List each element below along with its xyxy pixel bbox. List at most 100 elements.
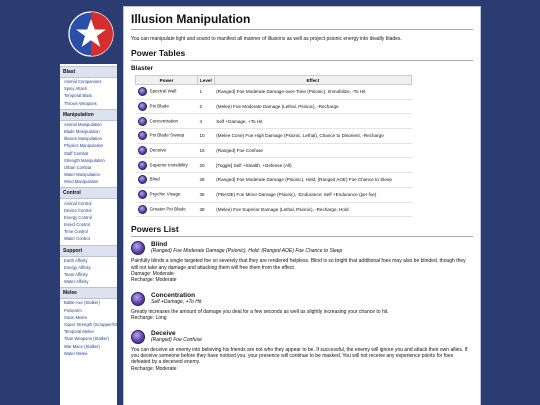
sidebar-item-water-melee[interactable]: Water Melee xyxy=(60,350,117,357)
sidebar-section-manipulation: Manipulation xyxy=(60,108,117,121)
sidebar-item-staff-combat[interactable]: Staff Combat xyxy=(60,150,117,157)
table-row: Superior Invisibility 20 [Toggle] Self +St… xyxy=(135,157,412,174)
power-link[interactable]: Spectral Wall xyxy=(150,89,177,94)
effect-cell: Self +Damage, +To Hit xyxy=(214,113,412,130)
blaster-subheading: Blaster xyxy=(131,65,154,72)
sidebar-section-control: Control xyxy=(60,187,117,200)
effect-cell: (Ranged) Foe Moderate Damage-over-Time (… xyxy=(214,84,412,100)
power-link[interactable]: Psi Blade Sweep xyxy=(150,133,185,138)
power-entry-header: Concentration Self +Damage, +To Hit xyxy=(131,291,473,306)
power-name: Concentration xyxy=(151,291,196,299)
powers-list-heading: Powers List xyxy=(131,224,473,238)
power-summary: Self +Damage, +To Hit xyxy=(151,298,202,305)
power-icon xyxy=(131,291,145,306)
sidebar-item-temporal-melee[interactable]: Temporal Melee xyxy=(60,328,117,335)
power-icon xyxy=(137,116,147,126)
level-cell: 10 xyxy=(197,128,215,144)
table-row: Psi Blade Sweep 10 (Melee Cone) Foe High D… xyxy=(135,128,412,144)
table-row: Psychic Visage 35 (PBAOE) Foe Minor Damage… xyxy=(135,187,412,203)
sidebar-item-team-affinity[interactable]: Team Affinity xyxy=(60,271,117,278)
level-cell: 1 xyxy=(197,84,215,100)
sidebar-item-time-control[interactable]: Time Control xyxy=(60,228,117,235)
sidebar-item-strength-manipulation[interactable]: Strength Manipulation xyxy=(60,157,117,164)
sidebar-item-animal-control[interactable]: Animal Control xyxy=(60,199,117,206)
sidebar-item-battle-axe-stalker[interactable]: Battle Axe (Stalker) xyxy=(60,299,117,306)
sidebar-item-animal-companions[interactable]: Animal Companions xyxy=(60,78,117,85)
table-row: Spectral Wall 1 (Ranged) Foe Moderate Dama… xyxy=(135,84,412,100)
sidebar-item-energy-control[interactable]: Energy Control xyxy=(60,214,117,221)
sidebar-nav: Blast Animal Companions Spiny Attack Tempor… xyxy=(60,64,117,405)
power-entry: Concentration Self +Damage, +To Hit Greatl… xyxy=(131,291,473,326)
power-entry-header: Deceive (Ranged) Foe Confuse xyxy=(131,329,473,344)
power-summary: (Ranged) Foe Moderate Damage (Psionic), … xyxy=(151,248,343,255)
sidebar-item-super-strength-scrapper-stalker[interactable]: Super Strength (Scrapper/Stalker) xyxy=(60,321,117,328)
level-cell: 20 xyxy=(197,157,215,174)
power-cell: Psychic Visage xyxy=(135,187,198,203)
power-link[interactable]: Greater Psi Blade xyxy=(150,207,186,212)
sidebar-item-sonic-melee[interactable]: Sonic Melee xyxy=(60,314,117,321)
power-link[interactable]: Concentration xyxy=(150,118,179,123)
sidebar-item-titan-weapons-stalker[interactable]: Titan Weapons (Stalker) xyxy=(60,335,117,342)
sidebar-item-water-manipulation[interactable]: Water Manipulation xyxy=(60,171,117,178)
sidebar-item-animal-manipulation[interactable]: Animal Manipulation xyxy=(60,121,117,128)
power-icon xyxy=(137,102,147,112)
table-row: Greater Psi Blade 38 (Melee) Foe Superior … xyxy=(135,202,412,218)
sidebar-item-poisearm[interactable]: Poisearm xyxy=(60,307,117,314)
sidebar-section-melee: Melee xyxy=(60,287,117,300)
sidebar-item-water-control[interactable]: Water Control xyxy=(60,235,117,242)
power-tables-heading: Power Tables xyxy=(131,48,473,61)
effect-cell: (Melee) Foe Superior Damage (Lethal, Psi… xyxy=(214,202,412,218)
site-logo[interactable] xyxy=(68,11,114,57)
effect-cell: (Melee) Foe Moderate Damage (Lethal, Psi… xyxy=(214,99,412,115)
power-summary: (Ranged) Foe Confuse xyxy=(151,336,202,343)
power-entry: Deceive (Ranged) Foe Confuse You can decei… xyxy=(131,329,473,377)
table-row: Blind 28 (Ranged) Foe Moderate Damage (Psi… xyxy=(135,172,412,188)
sidebar-item-physics-manipulation[interactable]: Physics Manipulation xyxy=(60,142,117,149)
table-header-row: Power Level Effect xyxy=(135,75,413,85)
power-link[interactable]: Superior Invisibility xyxy=(150,163,188,168)
power-cell: Blind xyxy=(135,172,198,188)
page-title: Illusion Manipulation xyxy=(131,12,473,30)
power-name: Deceive xyxy=(151,329,176,337)
sidebar-item-temporal-blast[interactable]: Temporal Blast xyxy=(60,92,117,99)
power-cell: Deceive xyxy=(135,143,198,159)
column-header-effect: Effect xyxy=(213,75,413,85)
column-header-level: Level xyxy=(197,75,215,85)
power-cell: Psi Blade Sweep xyxy=(135,128,198,144)
power-icon xyxy=(137,160,147,170)
power-icon xyxy=(137,87,147,97)
effect-cell: (Ranged) Foe Confuse xyxy=(214,143,412,159)
sidebar-item-illusion-manipulation[interactable]: Illusion Manipulation xyxy=(60,135,117,142)
sidebar-item-urban-combat[interactable]: Urban Combat xyxy=(60,164,117,171)
sidebar-item-blade-manipulation[interactable]: Blade Manipulation xyxy=(60,128,117,135)
power-description: You can deceive an enemy into believing … xyxy=(131,346,468,366)
effect-cell: (PBAOE) Foe Minor Damage (Psionic), -End… xyxy=(214,187,412,203)
power-link[interactable]: Deceive xyxy=(150,148,167,153)
sidebar-item-earth-affinity[interactable]: Earth Affinity xyxy=(60,257,117,264)
power-icon xyxy=(137,146,147,156)
power-icon xyxy=(131,241,145,256)
power-link[interactable]: Psi Blade xyxy=(150,104,169,109)
power-entry-titles: Concentration Self +Damage, +To Hit xyxy=(151,292,201,306)
power-cell: Psi Blade xyxy=(135,99,198,115)
sidebar-item-energy-affinity[interactable]: Energy Affinity xyxy=(60,264,117,271)
sidebar-section-support: Support xyxy=(60,244,117,257)
sidebar-item-war-mace-stalker[interactable]: War Mace (Stalker) xyxy=(60,342,117,349)
power-icon xyxy=(137,190,147,200)
sidebar-item-insect-control[interactable]: Insect Control xyxy=(60,221,117,228)
sidebar-item-thrown-weapons[interactable]: Thrown Weapons xyxy=(60,100,117,107)
power-link[interactable]: Blind xyxy=(150,177,160,182)
sidebar-item-wind-manipulation[interactable]: Wind Manipulation xyxy=(60,178,117,185)
sidebar-item-device-control[interactable]: Device Control xyxy=(60,207,117,214)
sidebar-item-spiny-attack[interactable]: Spiny Attack xyxy=(60,85,117,92)
level-cell: 16 xyxy=(197,143,215,159)
level-cell: 38 xyxy=(197,202,215,218)
power-icon xyxy=(137,131,147,141)
power-icon xyxy=(137,204,147,214)
power-link[interactable]: Psychic Visage xyxy=(150,192,181,197)
main-content: Illusion Manipulation You can manipulate… xyxy=(123,6,481,405)
power-cell: Greater Psi Blade xyxy=(135,202,198,218)
sidebar-item-water-affinity[interactable]: Water Affinity xyxy=(60,278,117,285)
